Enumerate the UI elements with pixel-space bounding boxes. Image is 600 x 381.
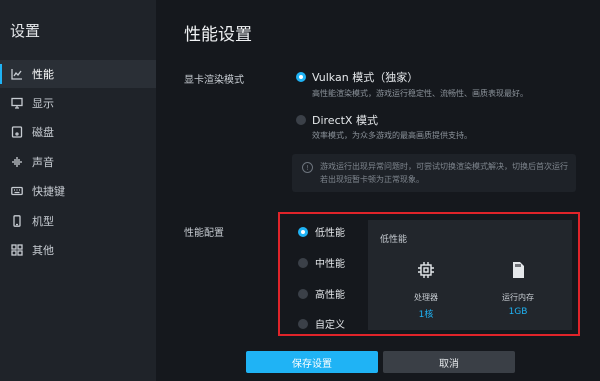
performance-high-label: 高性能 [315, 290, 345, 301]
phone-icon [10, 214, 24, 228]
sidebar-item-other[interactable]: 其他 [0, 236, 156, 264]
chart-icon [10, 67, 24, 81]
radio-unchecked-icon [298, 288, 308, 299]
sidebar-item-label: 机型 [32, 215, 54, 228]
render-mode-label: 显卡渲染模式 [184, 75, 244, 86]
performance-high-radio[interactable]: 高性能 [298, 286, 345, 301]
info-icon: ! [302, 162, 313, 173]
sidebar-item-label: 性能 [32, 68, 54, 81]
memory-value: 1GB [508, 307, 528, 317]
render-mode-tip: ! 游戏运行出现异常问题时，可尝试切换渲染模式解决，切换后首次运行若出现短暂卡顿… [292, 154, 576, 192]
sound-icon [10, 155, 24, 169]
sidebar-item-label: 声音 [32, 156, 54, 169]
sidebar-title: 设置 [10, 22, 41, 40]
performance-low-radio[interactable]: 低性能 [298, 224, 345, 239]
tip-text: 游戏运行出现异常问题时，可尝试切换渲染模式解决，切换后首次运行若出现短暂卡顿为正… [320, 162, 568, 184]
sidebar-item-label: 磁盘 [32, 126, 54, 139]
sidebar-item-disk[interactable]: 磁盘 [0, 118, 156, 146]
performance-config-box: 低性能 中性能 高性能 自定义 低性能 处理器 1核 运行内存 1GB [278, 212, 580, 336]
sidebar-item-performance[interactable]: 性能 [0, 60, 156, 88]
radio-checked-icon [296, 72, 306, 82]
sidebar-item-shortcuts[interactable]: 快捷键 [0, 177, 156, 205]
performance-low-label: 低性能 [315, 228, 345, 239]
cpu-label: 处理器 [414, 293, 438, 302]
radio-checked-icon [298, 226, 308, 237]
cpu-value: 1核 [418, 310, 434, 320]
performance-medium-label: 中性能 [315, 259, 345, 270]
radio-unchecked-icon [296, 115, 306, 125]
cpu-spec: 处理器 1核 [396, 260, 456, 320]
page-title: 性能设置 [184, 25, 252, 45]
disk-icon [10, 125, 24, 139]
vulkan-mode-radio[interactable]: Vulkan 模式（独家） [296, 69, 418, 85]
sidebar-item-device-model[interactable]: 机型 [0, 207, 156, 235]
sidebar-item-label: 显示 [32, 97, 54, 110]
vulkan-mode-description: 高性能渲染模式，游戏运行稳定性、流畅性、画质表现最好。 [312, 89, 528, 98]
vulkan-mode-label: Vulkan 模式（独家） [312, 71, 419, 84]
grid-icon [10, 243, 24, 257]
cpu-icon [416, 260, 436, 280]
monitor-icon [10, 96, 24, 110]
performance-medium-radio[interactable]: 中性能 [298, 255, 345, 270]
cancel-button[interactable]: 取消 [383, 351, 515, 373]
main-content: 性能设置 显卡渲染模式 Vulkan 模式（独家） 高性能渲染模式，游戏运行稳定… [156, 0, 600, 381]
performance-info-panel: 低性能 处理器 1核 运行内存 1GB [368, 220, 572, 330]
performance-custom-label: 自定义 [315, 320, 345, 331]
performance-info-title: 低性能 [380, 235, 408, 245]
keyboard-icon [10, 184, 24, 198]
sidebar: 设置 性能 显示 磁盘 声音 快捷键 机型 其他 [0, 0, 156, 381]
performance-custom-radio[interactable]: 自定义 [298, 316, 345, 331]
directx-mode-label: DirectX 模式 [312, 114, 378, 127]
sidebar-item-label: 快捷键 [32, 185, 65, 198]
sidebar-item-label: 其他 [32, 244, 54, 257]
memory-card-icon [508, 260, 528, 280]
memory-spec: 运行内存 1GB [488, 260, 548, 317]
performance-config-label: 性能配置 [184, 228, 224, 239]
directx-mode-radio[interactable]: DirectX 模式 [296, 112, 378, 128]
directx-mode-description: 效率模式，为众多游戏的最高画质提供支持。 [312, 131, 472, 140]
memory-label: 运行内存 [502, 293, 534, 302]
sidebar-item-sound[interactable]: 声音 [0, 148, 156, 176]
sidebar-item-display[interactable]: 显示 [0, 89, 156, 117]
radio-unchecked-icon [298, 318, 308, 329]
save-button[interactable]: 保存设置 [246, 351, 378, 373]
radio-unchecked-icon [298, 257, 308, 268]
